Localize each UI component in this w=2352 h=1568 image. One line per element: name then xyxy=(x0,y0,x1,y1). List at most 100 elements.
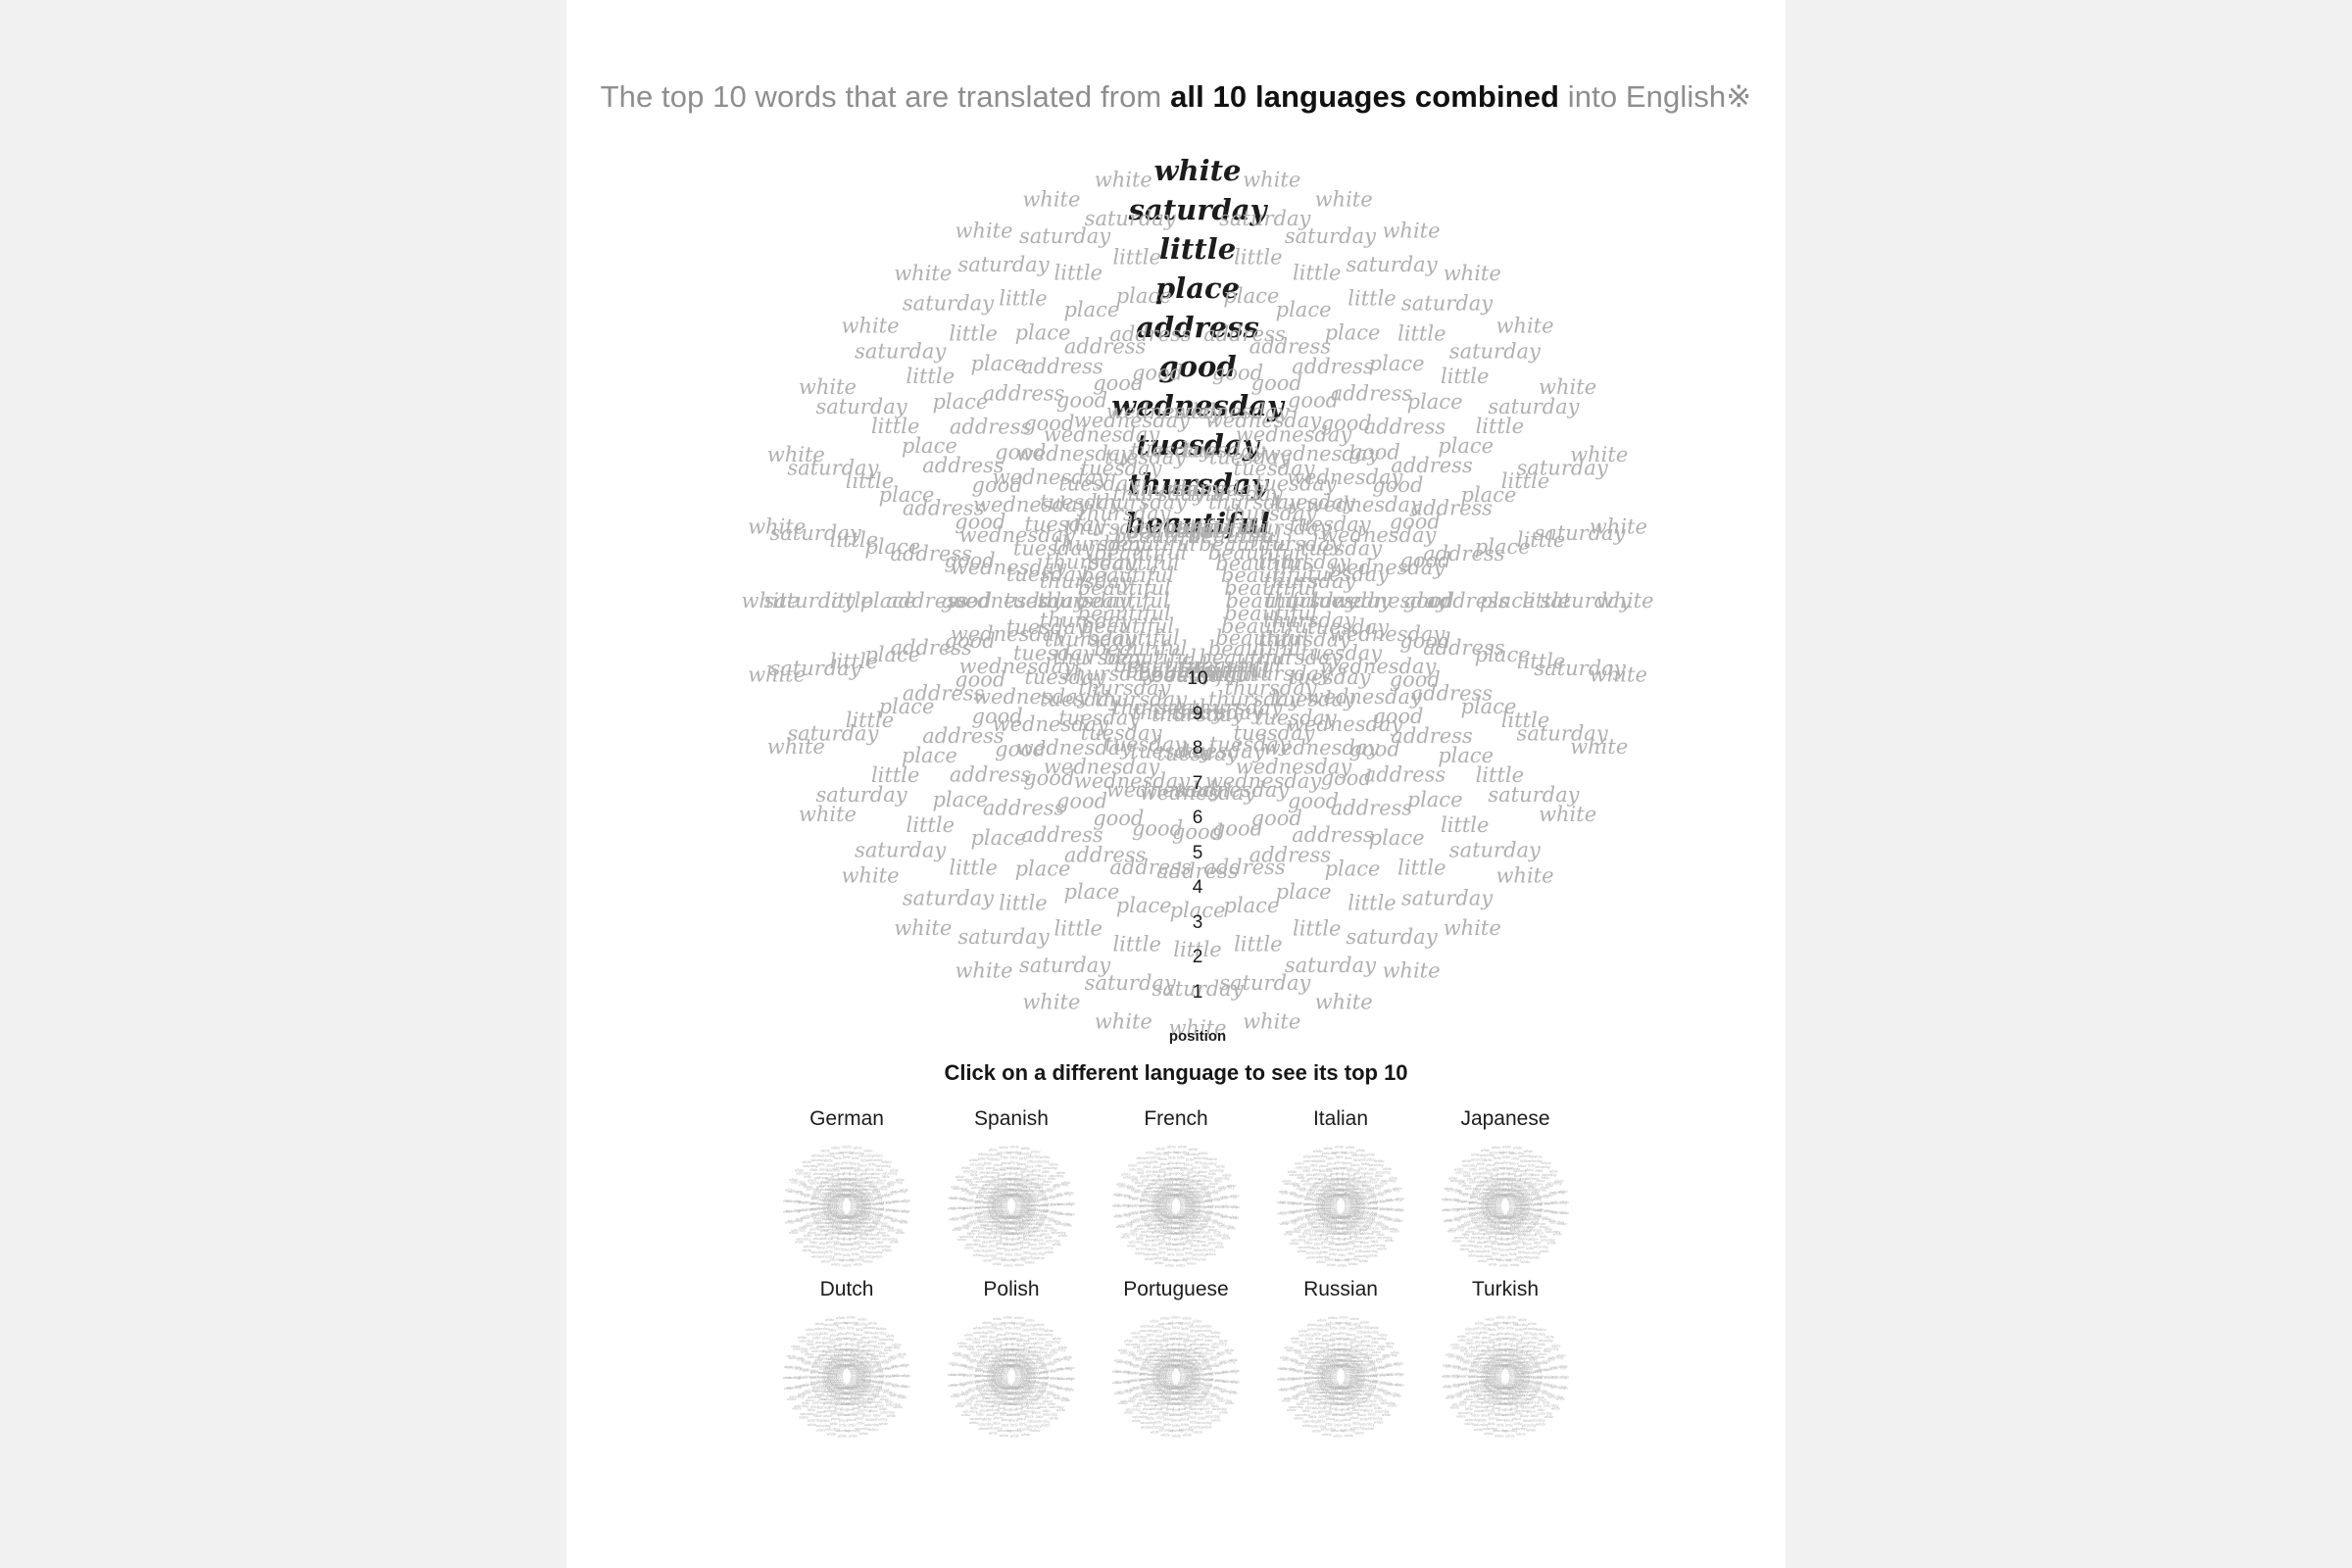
thumbnail-word: little xyxy=(1147,1334,1154,1338)
thumbnail-word: little xyxy=(1013,1327,1021,1331)
title-part-2: into English xyxy=(1559,79,1727,114)
thumbnail-word: white xyxy=(877,1327,887,1331)
thumbnail-word: white xyxy=(1004,1264,1013,1268)
thumbnail-word: place xyxy=(1152,1243,1160,1247)
thumbnail-word: place xyxy=(1002,1161,1010,1165)
thumbnail-word: little xyxy=(1139,1339,1147,1343)
thumbnail-word: place xyxy=(1361,1339,1370,1343)
axis-tick-9: 9 xyxy=(1192,703,1203,724)
thumbnail-word: place xyxy=(1322,1246,1331,1250)
thumbnail-word: little xyxy=(1176,1253,1184,1257)
thumbnail-word: white xyxy=(1041,1155,1051,1159)
thumbnail-word: little xyxy=(1480,1331,1488,1335)
thumbnail-row: German beautiful thursday tuesday wednesday g… xyxy=(566,1107,1786,1272)
thumbnail-word: little xyxy=(1321,1329,1329,1333)
thumbnail-word: little xyxy=(843,1253,851,1257)
thumbnail-word: saturday xyxy=(825,1427,840,1431)
thumbnail-word: white xyxy=(1198,1258,1207,1262)
thumbnail-word: white xyxy=(902,1374,911,1378)
language-thumbnail-polish[interactable]: Polish beautiful thursday tuesday wednesday g… xyxy=(929,1278,1094,1443)
language-thumbnail-turkish[interactable]: Turkish beautiful thursday tuesday wednesday… xyxy=(1423,1278,1588,1443)
thumbnail-word: white xyxy=(989,1432,999,1436)
thumbnail-word: white xyxy=(1171,1435,1181,1439)
thumbnail-word: saturday xyxy=(1360,1157,1375,1161)
thumbnail-word: white xyxy=(1145,1257,1154,1261)
thumbnail-word: saturday xyxy=(1302,1419,1317,1423)
thumbnail-word: white xyxy=(1396,1208,1405,1212)
thumbnail-word: beautiful xyxy=(1336,1363,1350,1367)
thumbnail-word: beautiful xyxy=(1170,1363,1185,1367)
language-thumbnail-french[interactable]: French beautiful thursday tuesday wednesday g… xyxy=(1094,1107,1258,1272)
spiral-word: white xyxy=(799,803,857,826)
spiral-word: place xyxy=(1223,284,1279,308)
spiral-word: address xyxy=(1109,322,1192,346)
thumbnail-word: white xyxy=(1058,1346,1068,1349)
spiral-word: little xyxy=(1441,365,1489,388)
thumbnail-word: white xyxy=(859,1432,869,1436)
thumbnail-word: place xyxy=(1496,1418,1505,1422)
thumbnail-word: white xyxy=(1544,1415,1554,1419)
thumbnail-word: white xyxy=(893,1405,903,1409)
thumbnail-word: white xyxy=(1475,1322,1485,1326)
thumbnail-label: Dutch xyxy=(819,1278,874,1300)
thumbnail-word: little xyxy=(984,1161,992,1165)
thumbnail-word: white xyxy=(1354,1432,1364,1436)
thumbnail-word: white xyxy=(1443,1386,1452,1390)
thumbnail-word: white xyxy=(1064,1388,1074,1392)
thumbnail-word: little xyxy=(976,1166,984,1170)
thumbnail-word: little xyxy=(829,1328,837,1332)
language-thumbnail-japanese[interactable]: Japanese beautiful thursday tuesday wednesda… xyxy=(1423,1107,1588,1272)
language-thumbnail-spanish[interactable]: Spanish beautiful thursday tuesday wednesday… xyxy=(929,1107,1094,1272)
thumbnail-spiral: beautifulthursday tuesdaywednesdaygood add… xyxy=(948,1315,1076,1438)
thumbnail-word: saturday xyxy=(1140,1329,1154,1333)
thumbnail-word: white xyxy=(1230,1216,1240,1220)
thumbnail-word: place xyxy=(1364,1171,1373,1175)
spiral-word: white xyxy=(767,735,825,759)
thumbnail-word: place xyxy=(1342,1418,1350,1422)
thumbnail-word: little xyxy=(993,1421,1001,1425)
thumbnail-word: white xyxy=(955,1175,964,1179)
thumbnail-word: place xyxy=(1504,1418,1513,1422)
thumbnail-word: white xyxy=(1443,1363,1452,1367)
language-thumbnail-russian[interactable]: Russian beautiful thursday tuesday wednesday… xyxy=(1258,1278,1423,1443)
thumbnail-word: white xyxy=(1216,1165,1226,1169)
thumbnail-word: place xyxy=(1477,1241,1486,1245)
thumbnail-word: white xyxy=(807,1423,816,1427)
spiral-word: address xyxy=(950,762,1032,786)
spiral-word: wednesday xyxy=(1106,400,1224,423)
thumbnail-label: Japanese xyxy=(1460,1107,1550,1130)
thumbnail-word: white xyxy=(838,1434,848,1438)
thumbnail-word: place xyxy=(842,1248,851,1251)
thumbnail-word: white xyxy=(1231,1205,1241,1209)
spiral-word: little xyxy=(906,365,955,388)
thumbnail-word: saturday xyxy=(1306,1251,1321,1255)
thumbnail-word: place xyxy=(1032,1169,1041,1173)
thumbnail-word: address xyxy=(1315,1238,1329,1242)
thumbnail-word: place xyxy=(1512,1417,1521,1421)
thumbnail-word: saturday xyxy=(1194,1156,1208,1160)
thumbnail-word: white xyxy=(1020,1147,1030,1151)
thumbnail-word: white xyxy=(1339,1315,1348,1319)
thumbnail-word: place xyxy=(1199,1170,1207,1174)
spiral-word: place xyxy=(1116,894,1172,917)
thumbnail-word: tuesday xyxy=(1007,1352,1020,1356)
thumbnail-word: white xyxy=(1327,1263,1337,1267)
spiral-word: saturday xyxy=(957,925,1050,949)
main-radial-word-spiral[interactable]: beautiful thursday tuesday wednesday good add… xyxy=(566,157,1786,1058)
thumbnail-word: thursday xyxy=(1167,1188,1182,1192)
footnote-mark: ※ xyxy=(1726,79,1752,114)
language-thumbnail-italian[interactable]: Italian beautiful thursday tuesday wednesday… xyxy=(1258,1107,1423,1272)
thumbnail-word: white xyxy=(1118,1348,1128,1352)
thumbnail-word: saturday xyxy=(1026,1155,1041,1159)
language-thumbnail-dutch[interactable]: Dutch beautiful thursday tuesday wednesday go… xyxy=(764,1278,929,1443)
spiral-word: saturday xyxy=(957,253,1050,276)
thumbnail-word: little xyxy=(843,1155,851,1159)
thumbnail-word: little xyxy=(996,1251,1004,1255)
spiral-word: saturday xyxy=(1346,253,1438,276)
thumbnail-word: little xyxy=(1483,1250,1491,1253)
language-thumbnail-portuguese[interactable]: Portuguese beautiful thursday tuesday wednes… xyxy=(1094,1278,1258,1443)
spiral-word: white xyxy=(1382,219,1440,242)
thumbnail-word: white xyxy=(1151,1431,1160,1435)
thumbnail-word: white xyxy=(1189,1148,1199,1152)
language-thumbnail-german[interactable]: German beautiful thursday tuesday wednesday g… xyxy=(764,1107,929,1272)
